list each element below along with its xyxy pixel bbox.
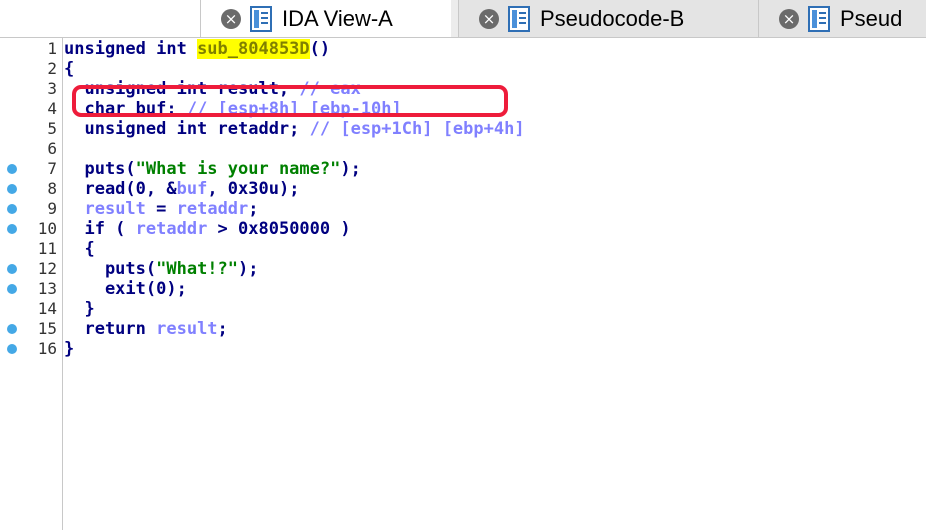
- line-number: 8: [47, 179, 57, 198]
- code-token[interactable]: sub_804853D: [197, 39, 310, 59]
- code-token[interactable]: buf: [177, 179, 208, 199]
- code-text: result = retaddr;: [64, 199, 259, 219]
- code-token: puts(: [64, 159, 136, 179]
- code-token: puts(: [64, 259, 157, 279]
- code-line[interactable]: 7 puts("What is your name?");: [0, 159, 926, 179]
- line-number: 14: [37, 299, 57, 318]
- code-line[interactable]: 15 return result;: [0, 319, 926, 339]
- code-text: }: [64, 299, 95, 319]
- code-text: if ( retaddr > 0x8050000 ): [64, 219, 351, 239]
- code-line[interactable]: 11 {: [0, 239, 926, 259]
- code-token: if (: [64, 219, 136, 239]
- code-line[interactable]: 16}: [0, 339, 926, 359]
- code-line[interactable]: 10 if ( retaddr > 0x8050000 ): [0, 219, 926, 239]
- code-line[interactable]: 1 unsigned int sub_804853D(): [0, 39, 926, 59]
- code-text: puts("What!?");: [64, 259, 259, 279]
- line-number: 12: [37, 259, 57, 278]
- line-number: 15: [37, 319, 57, 338]
- code-line[interactable]: 13 exit(0);: [0, 279, 926, 299]
- code-token: return: [64, 319, 157, 339]
- code-token: unsigned int: [64, 39, 198, 59]
- code-text: read(0, &buf, 0x30u);: [64, 179, 299, 199]
- line-number: 11: [37, 239, 57, 258]
- code-token: "What is your name?": [135, 159, 341, 179]
- code-text: return result;: [64, 319, 228, 339]
- line-number: 10: [37, 219, 57, 238]
- code-line[interactable]: 12 puts("What!?");: [0, 259, 926, 279]
- code-text: puts("What is your name?");: [64, 159, 361, 179]
- code-view[interactable]: 1 unsigned int sub_804853D() 2{3 unsigned …: [0, 0, 926, 530]
- code-token: ;: [217, 319, 228, 339]
- code-line[interactable]: 2{: [0, 59, 926, 79]
- code-line[interactable]: 14 }: [0, 299, 926, 319]
- code-token: ;: [248, 199, 259, 219]
- code-token: exit(0);: [64, 279, 187, 299]
- code-token: read(0, &: [64, 179, 177, 199]
- code-token: "What!?": [156, 259, 239, 279]
- code-token: unsigned int retaddr;: [64, 119, 310, 139]
- code-token[interactable]: retaddr: [177, 199, 249, 219]
- line-number: 2: [47, 59, 57, 78]
- code-text: {: [64, 59, 74, 79]
- code-line[interactable]: 5 unsigned int retaddr; // [esp+1Ch] [eb…: [0, 119, 926, 139]
- line-number: 6: [47, 139, 57, 158]
- line-number: 3: [47, 79, 57, 98]
- code-token: );: [238, 259, 259, 279]
- code-text: exit(0);: [64, 279, 187, 299]
- code-token: =: [145, 199, 177, 219]
- line-number: 7: [47, 159, 57, 178]
- line-number: 4: [47, 99, 57, 118]
- code-token: }: [64, 299, 95, 319]
- line-number: 13: [37, 279, 57, 298]
- line-number: 5: [47, 119, 57, 138]
- code-token: , 0x30u);: [207, 179, 300, 199]
- code-text: }: [64, 339, 74, 359]
- code-line[interactable]: 9 result = retaddr;: [0, 199, 926, 219]
- code-token: {: [64, 239, 95, 259]
- annotation-highlight-box: [72, 85, 508, 117]
- code-token: }: [64, 339, 75, 359]
- code-token[interactable]: result: [156, 319, 217, 339]
- line-number: 1: [47, 39, 57, 58]
- code-line[interactable]: 8 read(0, &buf, 0x30u);: [0, 179, 926, 199]
- code-text: unsigned int retaddr; // [esp+1Ch] [ebp+…: [64, 119, 525, 139]
- code-token[interactable]: retaddr: [136, 219, 208, 239]
- code-token: > 0x8050000 ): [207, 219, 351, 239]
- code-line[interactable]: 6: [0, 139, 926, 159]
- code-token: );: [340, 159, 361, 179]
- code-token: (): [309, 39, 331, 59]
- code-text: unsigned int sub_804853D(): [64, 39, 330, 59]
- line-number: 16: [37, 339, 57, 358]
- line-number: 9: [47, 199, 57, 218]
- code-token: // [esp+1Ch] [ebp+4h]: [309, 119, 525, 139]
- code-token: {: [64, 59, 75, 79]
- code-token[interactable]: result: [84, 199, 145, 219]
- code-text: {: [64, 239, 95, 259]
